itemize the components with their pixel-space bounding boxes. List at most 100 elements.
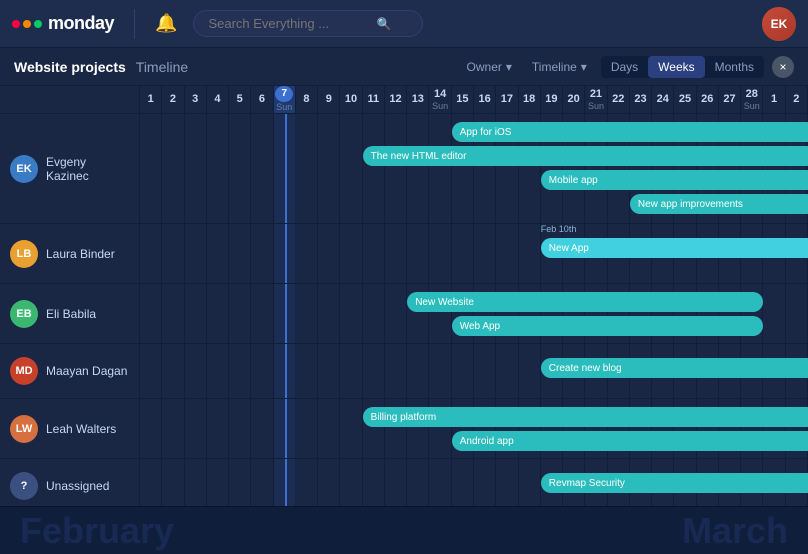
day-cell: 28Sun (741, 86, 763, 113)
day-number: 20 (568, 93, 580, 106)
day-cell: 5 (229, 86, 251, 113)
app-header: monday 🔔 🔍 EK (0, 0, 808, 48)
logo-text: monday (48, 13, 114, 34)
dot-green (34, 20, 42, 28)
day-cell: 2 (162, 86, 184, 113)
timeline-bar[interactable]: App for iOS (452, 122, 808, 142)
chevron-icon: ▾ (506, 60, 512, 74)
timeline-bar[interactable]: Billing platform (363, 407, 808, 427)
days-header: 1234567Sun891011121314Sun15161718192021S… (140, 86, 808, 113)
day-number: 17 (501, 93, 513, 106)
months-btn[interactable]: Months (705, 56, 764, 78)
day-cell: 27 (719, 86, 741, 113)
bars-area: Create new blogDynamic website (140, 344, 808, 398)
logo: monday (12, 13, 114, 34)
day-number: 12 (389, 93, 401, 106)
chevron-icon-2: ▾ (581, 60, 587, 74)
days-btn[interactable]: Days (601, 56, 648, 78)
avatar[interactable]: EK (762, 7, 796, 41)
day-cell: 17 (496, 86, 518, 113)
day-number: 18 (523, 93, 535, 106)
close-button[interactable]: × (772, 56, 794, 78)
user-header-space (0, 86, 140, 113)
day-cell: 2 (786, 86, 808, 113)
timeline-bar[interactable]: New App (541, 238, 808, 258)
day-number: 1 (148, 93, 154, 106)
day-cell: 11 (363, 86, 385, 113)
user-info: LWLeah Walters (0, 399, 140, 458)
day-cell: 20 (563, 86, 585, 113)
user-name: Maayan Dagan (46, 364, 127, 378)
search-input[interactable] (208, 16, 368, 31)
day-cell: 21Sun (585, 86, 607, 113)
user-name: Laura Binder (46, 247, 115, 261)
user-name: Eli Babila (46, 307, 96, 321)
logo-dots (12, 20, 42, 28)
day-number: 2 (170, 93, 176, 106)
day-cell: 15 (452, 86, 474, 113)
day-cell: 3 (185, 86, 207, 113)
bars-area: New Website Web App (140, 284, 808, 343)
day-cell: 13 (407, 86, 429, 113)
day-cell: 14Sun (429, 86, 451, 113)
user-row: EKEvgeny KazinecApp for iOSThe new HTML … (0, 114, 808, 224)
day-number: 28 (746, 88, 758, 101)
user-rows-container: EKEvgeny KazinecApp for iOSThe new HTML … (0, 114, 808, 506)
user-avatar: EB (10, 300, 38, 328)
day-cell: 4 (207, 86, 229, 113)
user-row: LWLeah Walters Billing platform Android ap… (0, 399, 808, 459)
day-number: 6 (259, 93, 265, 106)
timeline-bar[interactable]: Web App (452, 316, 764, 336)
day-cell: 6 (251, 86, 273, 113)
user-avatar: ? (10, 472, 38, 500)
timeline-bar[interactable]: New Website (407, 292, 763, 312)
day-number: 23 (634, 93, 646, 106)
dot-red (12, 20, 20, 28)
search-icon: 🔍 (376, 17, 391, 31)
timeline-main: 1234567Sun891011121314Sun15161718192021S… (0, 86, 808, 554)
day-number: 1 (771, 93, 777, 106)
day-number: 14 (434, 88, 446, 101)
timeline-bar[interactable]: Android app (452, 431, 808, 451)
day-cell: 10 (340, 86, 362, 113)
user-name: Leah Walters (46, 422, 116, 436)
day-cell: 18 (519, 86, 541, 113)
sub-header: Website projects Timeline Owner ▾ Timeli… (0, 48, 808, 86)
logo-divider (134, 9, 135, 39)
day-cell: 25 (674, 86, 696, 113)
month-right: March (404, 510, 808, 552)
user-info: EB Eli Babila (0, 284, 140, 343)
view-label: Timeline (136, 59, 188, 75)
owner-dropdown[interactable]: Owner ▾ (461, 57, 518, 77)
day-number: 21 (590, 88, 602, 101)
bars-area: Billing platform Android app (140, 399, 808, 458)
timeline-dropdown[interactable]: Timeline ▾ (526, 57, 593, 77)
user-avatar: MD (10, 357, 38, 385)
day-cell: 1 (763, 86, 785, 113)
day-number: 4 (214, 93, 220, 106)
timeline-bar[interactable]: Create new blog (541, 358, 808, 378)
user-avatar: EK (762, 7, 796, 41)
timeline-bar[interactable]: Mobile app (541, 170, 808, 190)
user-info: LBLaura Binder (0, 224, 140, 283)
day-number: 19 (545, 93, 557, 106)
board-title: Website projects (14, 59, 126, 75)
month-left: February (0, 510, 404, 552)
bars-area: App for iOS The new HTML editor Mobile app… (140, 114, 808, 223)
day-number: 11 (367, 93, 379, 106)
bell-icon[interactable]: 🔔 (155, 13, 177, 34)
timeline-bar[interactable]: New app improvements (630, 194, 808, 214)
timeline-bar[interactable]: Revmap Security (541, 473, 808, 493)
timeline-bar[interactable]: The new HTML editor (363, 146, 808, 166)
day-label: Sun (744, 101, 760, 112)
search-bar[interactable]: 🔍 (193, 10, 423, 37)
bar-date-left: Feb 10th (541, 224, 577, 234)
day-cell: 7Sun (274, 86, 296, 113)
user-info: MD Maayan Dagan (0, 344, 140, 398)
day-number: 26 (701, 93, 713, 106)
day-cell: 19 (541, 86, 563, 113)
day-number: 16 (478, 93, 490, 106)
weeks-btn[interactable]: Weeks (648, 56, 704, 78)
day-cell: 24 (652, 86, 674, 113)
sub-header-controls: Owner ▾ Timeline ▾ Days Weeks Months × (461, 56, 794, 78)
